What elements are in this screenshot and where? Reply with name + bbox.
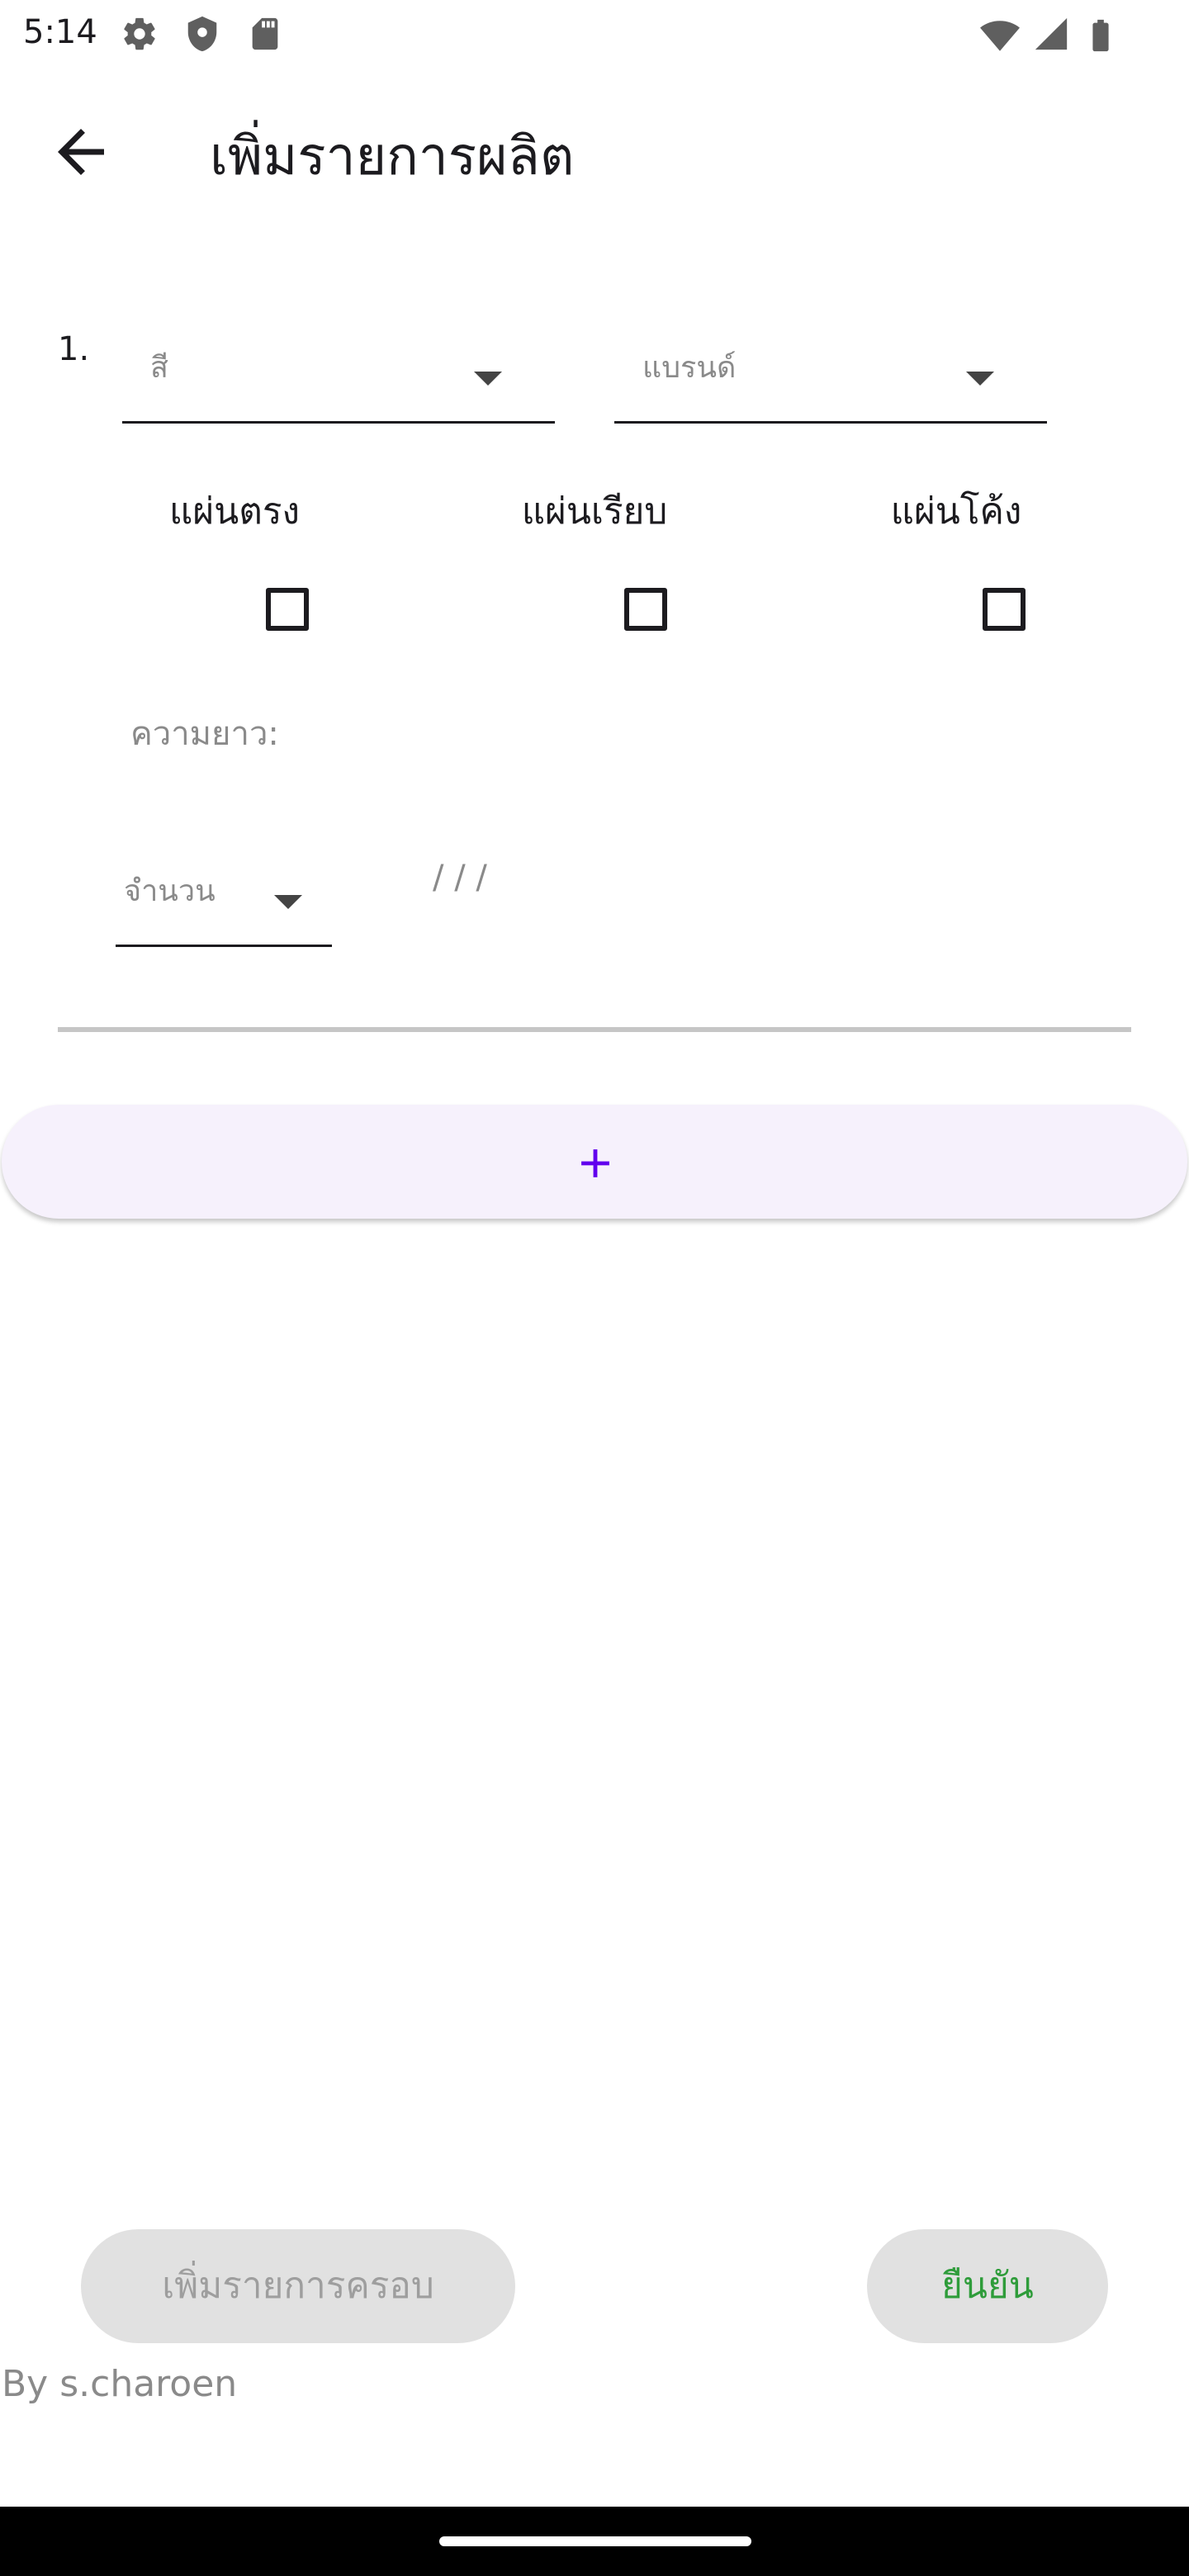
length-label: ความยาว: (130, 715, 279, 753)
checkbox-flat-sheet[interactable] (624, 588, 667, 631)
item-number: 1. (58, 330, 90, 368)
confirm-button[interactable]: ยืนยัน (867, 2229, 1108, 2343)
brand-dropdown[interactable]: แบรนด์ (614, 342, 1047, 424)
checkbox-curved-sheet[interactable] (983, 588, 1026, 631)
home-gesture-handle[interactable] (439, 2536, 751, 2546)
chevron-down-icon (474, 372, 502, 386)
battery-icon (1092, 19, 1109, 52)
settings-icon (124, 17, 155, 50)
add-round-button[interactable]: เพิ่มรายการครอบ (81, 2229, 515, 2343)
brand-dropdown-label: แบรนด์ (642, 351, 737, 385)
sd-card-icon (252, 17, 278, 50)
signal-icon (1035, 17, 1068, 50)
color-dropdown[interactable]: สี (122, 342, 555, 424)
sheet-type-label-flat: แผ่นเรียบ (521, 490, 668, 533)
quantity-dropdown-label: จำนวน (124, 874, 216, 908)
plus-icon (581, 1149, 609, 1177)
divider (58, 1027, 1131, 1032)
sheet-type-label-straight: แผ่นตรง (169, 490, 300, 533)
wifi-icon (980, 21, 1020, 51)
arrow-back-icon (58, 129, 104, 175)
checkbox-straight-sheet[interactable] (266, 588, 309, 631)
chevron-down-icon (966, 372, 994, 386)
shield-icon (187, 16, 217, 52)
chevron-down-icon (274, 895, 302, 909)
add-item-button[interactable] (2, 1105, 1187, 1219)
credit-text: By s.charoen (2, 2363, 238, 2405)
status-time: 5:14 (23, 13, 97, 51)
item-summary-text: / / / (433, 859, 487, 897)
status-bar: 5:14 (0, 0, 1189, 69)
page-title: เพิ่มรายการผลิต (210, 126, 575, 187)
back-button[interactable] (46, 117, 116, 187)
quantity-dropdown[interactable]: จำนวน (116, 865, 332, 947)
sheet-type-label-curved: แผ่นโค้ง (890, 490, 1022, 533)
color-dropdown-label: สี (150, 351, 168, 385)
